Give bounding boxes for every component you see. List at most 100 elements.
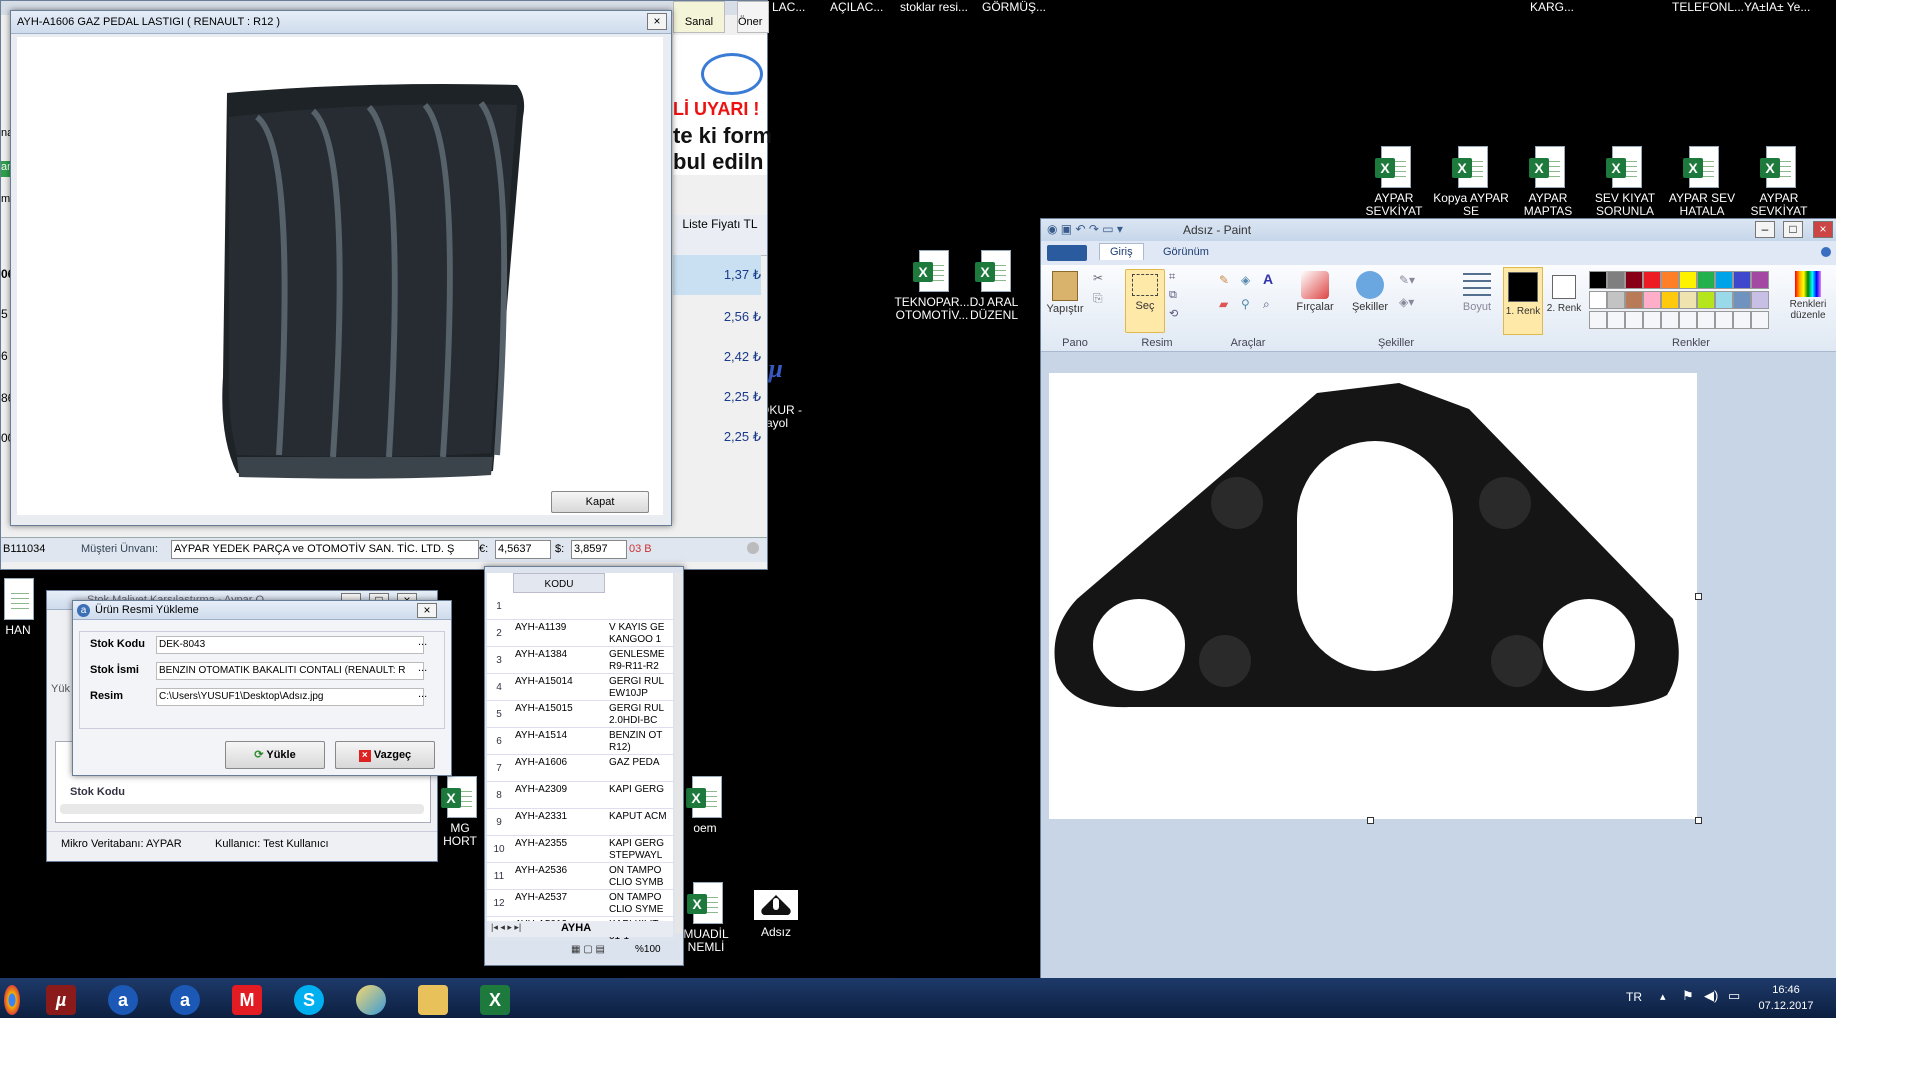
magnifier-icon[interactable]: ⌕	[1263, 297, 1270, 312]
cell-code[interactable]: AYH-A2537	[515, 892, 603, 903]
color-picker-icon[interactable]: ⚲	[1241, 297, 1250, 311]
browse-button[interactable]: ...	[418, 636, 427, 648]
desktop-top-label[interactable]: KARG...	[1530, 0, 1574, 14]
cell-description[interactable]: GERGI RUL EW10JP	[609, 676, 671, 700]
palette-swatch-empty[interactable]	[1733, 311, 1751, 329]
palette-swatch[interactable]	[1715, 271, 1733, 289]
row-number[interactable]: 2	[487, 628, 511, 639]
table-row[interactable]: 9 AYH-A2331 KAPUT ACM	[487, 809, 673, 836]
table-row[interactable]: 8 AYH-A2309 KAPI GERG	[487, 782, 673, 809]
palette-swatch[interactable]	[1643, 271, 1661, 289]
cell-description[interactable]: GERGI RUL 2.0HDI-BC	[609, 703, 671, 727]
outline-icon[interactable]: ✎▾	[1399, 273, 1415, 287]
taskbar-excel[interactable]: X	[470, 982, 520, 1018]
row-number[interactable]: 1	[487, 601, 511, 612]
sheet-nav-icon[interactable]: |◂ ◂ ▸ ▸|	[491, 922, 521, 933]
zoom-level[interactable]: %100	[635, 944, 661, 955]
cell-code[interactable]: AYH-A2355	[515, 838, 603, 849]
palette-swatch[interactable]	[1661, 291, 1679, 309]
cell-description[interactable]: GAZ PEDA	[609, 757, 671, 781]
desktop-icon-mg[interactable]: X MG HORT	[440, 776, 480, 848]
cell-description[interactable]: ON TAMPO CLIO SYMB	[609, 865, 671, 889]
desktop-icon-excel[interactable]: X Kopya AYPAR SE	[1431, 146, 1511, 218]
stok-kodu-column[interactable]: Stok Kodu	[70, 786, 125, 798]
row-number[interactable]: 8	[487, 790, 511, 801]
desktop-icon-excel[interactable]: X AYPAR SEVKİYAT	[1739, 146, 1819, 218]
network-icon[interactable]: ▭	[1728, 988, 1740, 1004]
palette-swatch[interactable]	[1697, 291, 1715, 309]
close-button[interactable]: Kapat	[551, 491, 649, 513]
table-row[interactable]: 2 AYH-A1139 V KAYIS GE KANGOO 1	[487, 620, 673, 647]
cell-code[interactable]: AYH-A1606	[515, 757, 603, 768]
usd-rate-field[interactable]: 3,8597	[571, 540, 627, 559]
desktop-icon-dj[interactable]: X DJ ARAL DÜZENL	[964, 250, 1024, 322]
palette-swatch[interactable]	[1679, 271, 1697, 289]
size-button[interactable]: Boyut	[1457, 269, 1497, 331]
load-button[interactable]: ⟳ Yükle	[225, 741, 325, 769]
palette-swatch[interactable]	[1607, 291, 1625, 309]
palette-swatch-empty[interactable]	[1661, 311, 1679, 329]
cell-code[interactable]: AYH-A2309	[515, 784, 603, 795]
desktop-icon-excel[interactable]: X SEV KIYAT SORUNLA	[1585, 146, 1665, 218]
resim-path-field[interactable]: C:\Users\YUSUF1\Desktop\Adsız.jpg	[156, 688, 424, 706]
desktop-top-label[interactable]: LAC...	[772, 0, 805, 14]
taskbar-app-a1[interactable]: a	[98, 982, 148, 1018]
resize-handle[interactable]	[1695, 817, 1702, 824]
palette-swatch-empty[interactable]	[1589, 311, 1607, 329]
horizontal-scrollbar[interactable]	[60, 804, 424, 814]
cell-description[interactable]: GENLESME R9-R11-R2	[609, 649, 671, 673]
quick-access-icons[interactable]: ◉ ▣ ↶ ↷ ▭ ▾	[1047, 222, 1123, 236]
palette-swatch[interactable]	[1661, 271, 1679, 289]
paste-button[interactable]: Yapıştır	[1045, 269, 1085, 327]
cell-code[interactable]: AYH-A15014	[515, 676, 603, 687]
tab-oner[interactable]: Öner	[737, 1, 769, 33]
sheet-tab[interactable]: AYHA	[561, 922, 591, 934]
table-row[interactable]: 7 AYH-A1606 GAZ PEDA	[487, 755, 673, 782]
desktop-icon-excel[interactable]: X AYPAR MAPTAS	[1508, 146, 1588, 218]
palette-swatch[interactable]	[1643, 291, 1661, 309]
desktop-top-label[interactable]: AÇILAC...	[830, 0, 883, 14]
pencil-icon[interactable]: ✎	[1219, 273, 1229, 287]
desktop-top-label[interactable]: YA±IA± Ye...	[1744, 0, 1810, 14]
cell-description[interactable]: ON TAMPO CLIO SYME	[609, 892, 671, 916]
tab-giris[interactable]: Giriş	[1099, 243, 1144, 260]
cell-description[interactable]: KAPUT ACM	[609, 811, 671, 835]
table-row[interactable]: 6 AYH-A1514 BENZIN OT R12)	[487, 728, 673, 755]
palette-swatch-empty[interactable]	[1607, 311, 1625, 329]
row-number[interactable]: 4	[487, 682, 511, 693]
row-number[interactable]: 9	[487, 817, 511, 828]
fill-shape-icon[interactable]: ◈▾	[1399, 295, 1414, 309]
language-indicator[interactable]: TR	[1626, 990, 1642, 1004]
palette-swatch[interactable]	[1625, 291, 1643, 309]
desktop-icon-excel[interactable]: X AYPAR SEV HATALA	[1662, 146, 1742, 218]
desktop-icon-excel[interactable]: X AYPAR SEVKİYAT	[1354, 146, 1434, 218]
edit-colors-button[interactable]: Renkleri düzenle	[1785, 269, 1831, 335]
volume-icon[interactable]: ◀)	[1704, 988, 1718, 1004]
paint-menu-button[interactable]	[1047, 245, 1087, 261]
desktop-icon-oem[interactable]: Xoem	[680, 776, 730, 835]
tab-gorunum[interactable]: Görünüm	[1163, 246, 1209, 258]
resize-handle[interactable]	[1367, 817, 1374, 824]
color1-button[interactable]: 1. Renk	[1503, 267, 1543, 335]
taskbar-chrome[interactable]	[0, 982, 24, 1018]
paint-canvas[interactable]	[1049, 373, 1697, 819]
cell-description[interactable]	[609, 595, 671, 619]
view-buttons-icon[interactable]: ▦ ▢ ▤	[571, 944, 605, 955]
table-row[interactable]: 1	[487, 593, 673, 620]
palette-swatch-empty[interactable]	[1751, 311, 1769, 329]
stok-kodu-field[interactable]: DEK-8043	[156, 636, 424, 654]
cut-icon[interactable]: ✂	[1093, 271, 1103, 285]
row-number[interactable]: 7	[487, 763, 511, 774]
palette-swatch[interactable]	[1751, 271, 1769, 289]
table-row[interactable]: 11 AYH-A2536 ON TAMPO CLIO SYMB	[487, 863, 673, 890]
column-header-a[interactable]: KODU	[513, 573, 605, 593]
palette-swatch[interactable]	[1715, 291, 1733, 309]
palette-swatch[interactable]	[1751, 291, 1769, 309]
cell-description[interactable]: BENZIN OT R12)	[609, 730, 671, 754]
maximize-icon[interactable]: □	[1783, 221, 1803, 238]
price-column-header[interactable]: Liste Fiyatı TL	[673, 215, 767, 256]
palette-swatch[interactable]	[1589, 291, 1607, 309]
table-row[interactable]: 3 AYH-A1384 GENLESME R9-R11-R2	[487, 647, 673, 674]
browse-button[interactable]: ...	[418, 688, 427, 700]
minimize-icon[interactable]: –	[1755, 221, 1775, 238]
